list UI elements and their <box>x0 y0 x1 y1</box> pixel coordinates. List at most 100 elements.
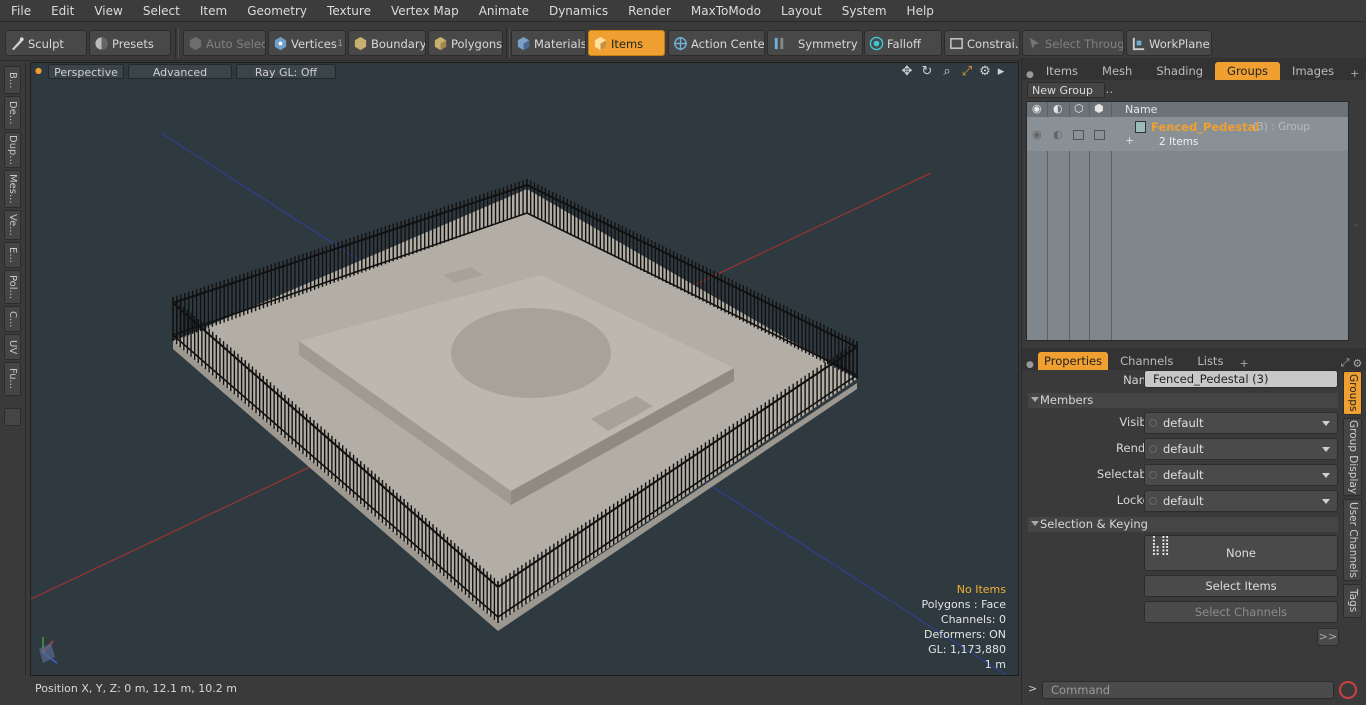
advanced-dropdown[interactable]: Advanced <box>128 64 232 79</box>
constraints-button[interactable]: Constrai... <box>944 30 1020 56</box>
left-tab-vertex[interactable]: Ve... <box>4 210 21 240</box>
render-icon[interactable]: ◐ <box>1053 102 1063 115</box>
select-none-button[interactable]: ⠇⠿ ⠿⠿ None <box>1144 535 1338 571</box>
tab-mesh[interactable]: Mesh ... <box>1090 62 1144 96</box>
raygl-dropdown[interactable]: Ray GL: Off <box>236 64 336 79</box>
expand-icon[interactable]: ⤢ <box>1341 356 1350 370</box>
tab-shading[interactable]: Shading <box>1144 62 1215 80</box>
menu-file[interactable]: File <box>0 0 40 22</box>
play-arrow-icon[interactable]: ▸ <box>993 64 1009 80</box>
group-name: Fenced_Pedestal <box>1151 120 1260 134</box>
boundary-button[interactable]: Boundary <box>348 30 426 56</box>
left-tab-edge[interactable]: E... <box>4 242 21 268</box>
new-group-button[interactable]: New Group <box>1027 82 1105 98</box>
selectable-dropdown[interactable]: default <box>1144 464 1338 486</box>
workplane-button[interactable]: WorkPlane <box>1126 30 1212 56</box>
menu-edit[interactable]: Edit <box>40 0 83 22</box>
tab-images[interactable]: Images <box>1280 62 1346 80</box>
falloff-label: Falloff <box>887 37 921 51</box>
lock-checkbox[interactable] <box>1073 130 1084 140</box>
render-dropdown[interactable]: default <box>1144 438 1338 460</box>
add-tab-icon[interactable]: + <box>1235 357 1252 370</box>
lock-icon[interactable]: ⬡ <box>1074 102 1084 115</box>
tab-properties[interactable]: Properties <box>1038 352 1109 370</box>
materials-button[interactable]: Materials <box>511 30 586 56</box>
group-items-count: 2 Items <box>1159 136 1199 148</box>
left-tab-fusion[interactable]: Fu... <box>4 362 21 396</box>
falloff-button[interactable]: Falloff <box>864 30 942 56</box>
left-tab-basic[interactable]: B... <box>4 66 21 94</box>
left-tab-deform[interactable]: De... <box>4 96 21 130</box>
falloff-icon <box>869 36 884 51</box>
auto-select-button[interactable]: Auto Select <box>183 30 266 56</box>
rotate-icon[interactable]: ↻ <box>919 64 935 80</box>
menu-dynamics[interactable]: Dynamics <box>538 0 617 22</box>
tab-lists[interactable]: Lists <box>1185 352 1235 370</box>
left-tab-uv[interactable]: UV <box>4 334 21 360</box>
left-tab-mesh-edit[interactable]: Mes... <box>4 170 21 208</box>
command-input[interactable]: Command <box>1042 681 1334 699</box>
eye-icon[interactable]: ◉ <box>1032 102 1042 115</box>
pan-icon[interactable]: ✥ <box>899 64 915 80</box>
locked-row: Locked default <box>1022 490 1342 512</box>
menu-help[interactable]: Help <box>896 0 943 22</box>
group-row-fenced-pedestal[interactable]: ◉ ◐ + Fenced_Pedestal (3) : Group 2 Item… <box>1027 117 1348 151</box>
side-tab-groups[interactable]: Groups <box>1343 371 1362 415</box>
side-tab-user-channels[interactable]: User Channels <box>1343 499 1362 581</box>
menu-vertex-map[interactable]: Vertex Map <box>380 0 468 22</box>
menu-render[interactable]: Render <box>617 0 680 22</box>
left-tab-polygon[interactable]: Pol... <box>4 270 21 304</box>
render-toggle-icon[interactable]: ◐ <box>1053 128 1063 141</box>
locked-dropdown[interactable]: default <box>1144 490 1338 512</box>
visible-dropdown[interactable]: default <box>1144 412 1338 434</box>
side-tab-group-display[interactable]: Group Display <box>1343 418 1362 496</box>
tab-channels[interactable]: Channels <box>1108 352 1185 370</box>
toolbar-divider <box>175 28 179 58</box>
menu-texture[interactable]: Texture <box>316 0 380 22</box>
menu-layout[interactable]: Layout <box>770 0 831 22</box>
3d-viewport[interactable]: ● Perspective Advanced Ray GL: Off ✥ ↻ ⌕… <box>30 62 1019 676</box>
menu-animate[interactable]: Animate <box>468 0 538 22</box>
name-field[interactable]: Fenced_Pedestal (3) <box>1144 370 1338 388</box>
left-tab-curve[interactable]: C... <box>4 306 21 332</box>
hud-channels: Channels: 0 <box>940 613 1006 626</box>
render-row: Render default <box>1022 438 1342 460</box>
more-button[interactable]: >> <box>1317 628 1339 646</box>
selection-keying-section[interactable]: Selection & Keying <box>1028 517 1338 532</box>
left-tab-extra[interactable] <box>4 408 21 426</box>
select-checkbox[interactable] <box>1094 130 1105 140</box>
record-icon[interactable] <box>1339 681 1357 699</box>
gear-icon[interactable]: ⚙ <box>977 64 993 80</box>
menu-system[interactable]: System <box>831 0 896 22</box>
menu-item[interactable]: Item <box>189 0 236 22</box>
members-section[interactable]: Members <box>1028 393 1338 408</box>
zoom-icon[interactable]: ⌕ <box>939 64 955 80</box>
menu-maxtomodo[interactable]: MaxToModo <box>680 0 770 22</box>
expand-plus-icon[interactable]: + <box>1125 134 1134 147</box>
maximize-icon[interactable]: ⤢ <box>959 64 975 80</box>
tab-items[interactable]: Items <box>1034 62 1090 80</box>
symmetry-button[interactable]: Symmetry <box>767 30 863 56</box>
presets-button[interactable]: Presets <box>89 30 171 56</box>
scroll-handle-icon[interactable]: ◦ <box>1354 221 1359 230</box>
visibility-toggle-icon[interactable]: ◉ <box>1032 128 1042 141</box>
select-icon[interactable]: ⬢ <box>1094 102 1104 115</box>
items-button[interactable]: Items <box>588 30 665 56</box>
left-tab-duplicate[interactable]: Dup... <box>4 132 21 168</box>
side-tab-tags[interactable]: Tags <box>1343 584 1362 618</box>
polygons-button[interactable]: Polygons <box>428 30 503 56</box>
select-through-button[interactable]: Select Through <box>1022 30 1124 56</box>
sculpt-button[interactable]: Sculpt <box>5 30 87 56</box>
menu-geometry[interactable]: Geometry <box>236 0 316 22</box>
action-center-button[interactable]: Action Center <box>668 30 765 56</box>
menu-select[interactable]: Select <box>132 0 189 22</box>
tab-groups[interactable]: Groups <box>1215 62 1281 80</box>
select-channels-button[interactable]: Select Channels <box>1144 601 1338 623</box>
perspective-dropdown[interactable]: Perspective <box>48 64 124 79</box>
add-tab-icon[interactable]: + <box>1346 67 1363 80</box>
vertices-button[interactable]: Vertices 1 <box>268 30 346 56</box>
menu-view[interactable]: View <box>83 0 131 22</box>
group-list-scrollbar[interactable]: ◦ <box>1351 101 1363 341</box>
gear-icon[interactable]: ⚙ <box>1349 357 1365 370</box>
select-items-button[interactable]: Select Items <box>1144 575 1338 597</box>
